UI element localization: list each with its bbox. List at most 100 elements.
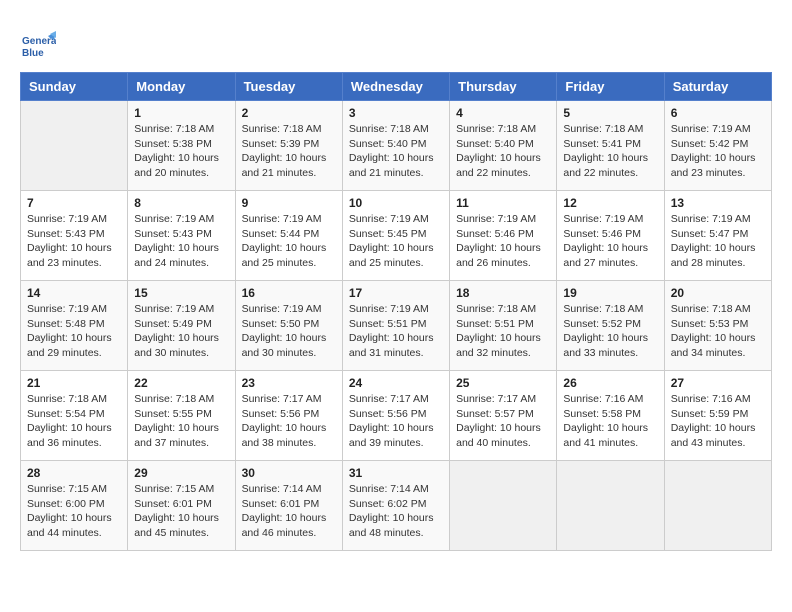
calendar-cell — [557, 461, 664, 551]
day-number: 3 — [349, 106, 443, 120]
day-header-tuesday: Tuesday — [235, 73, 342, 101]
calendar-cell: 28 Sunrise: 7:15 AMSunset: 6:00 PMDayligh… — [21, 461, 128, 551]
day-header-saturday: Saturday — [664, 73, 771, 101]
day-number: 6 — [671, 106, 765, 120]
day-info: Sunrise: 7:18 AMSunset: 5:41 PMDaylight:… — [563, 122, 657, 181]
day-number: 25 — [456, 376, 550, 390]
calendar-table: SundayMondayTuesdayWednesdayThursdayFrid… — [20, 72, 772, 551]
day-number: 8 — [134, 196, 228, 210]
day-info: Sunrise: 7:14 AMSunset: 6:02 PMDaylight:… — [349, 482, 443, 541]
calendar-cell: 4 Sunrise: 7:18 AMSunset: 5:40 PMDaylight… — [450, 101, 557, 191]
day-number: 22 — [134, 376, 228, 390]
day-number: 9 — [242, 196, 336, 210]
day-info: Sunrise: 7:19 AMSunset: 5:49 PMDaylight:… — [134, 302, 228, 361]
calendar-cell: 6 Sunrise: 7:19 AMSunset: 5:42 PMDaylight… — [664, 101, 771, 191]
calendar-cell: 26 Sunrise: 7:16 AMSunset: 5:58 PMDayligh… — [557, 371, 664, 461]
calendar-body: 1Sunrise: 7:18 AMSunset: 5:38 PMDaylight… — [21, 101, 772, 551]
day-info: Sunrise: 7:15 AMSunset: 6:00 PMDaylight:… — [27, 482, 121, 541]
day-header-wednesday: Wednesday — [342, 73, 449, 101]
calendar-cell: 3Sunrise: 7:18 AMSunset: 5:40 PMDaylight… — [342, 101, 449, 191]
calendar-cell: 12Sunrise: 7:19 AMSunset: 5:46 PMDayligh… — [557, 191, 664, 281]
calendar-cell: 9 Sunrise: 7:19 AMSunset: 5:44 PMDaylight… — [235, 191, 342, 281]
calendar-cell: 18 Sunrise: 7:18 AMSunset: 5:51 PMDayligh… — [450, 281, 557, 371]
day-number: 17 — [349, 286, 443, 300]
day-info: Sunrise: 7:18 AMSunset: 5:53 PMDaylight:… — [671, 302, 765, 361]
day-info: Sunrise: 7:19 AMSunset: 5:43 PMDaylight:… — [134, 212, 228, 271]
calendar-cell: 23Sunrise: 7:17 AMSunset: 5:56 PMDayligh… — [235, 371, 342, 461]
day-number: 11 — [456, 196, 550, 210]
calendar-cell: 20 Sunrise: 7:18 AMSunset: 5:53 PMDayligh… — [664, 281, 771, 371]
calendar-cell — [664, 461, 771, 551]
calendar-cell: 13 Sunrise: 7:19 AMSunset: 5:47 PMDayligh… — [664, 191, 771, 281]
day-info: Sunrise: 7:18 AMSunset: 5:55 PMDaylight:… — [134, 392, 228, 451]
calendar-cell — [450, 461, 557, 551]
day-number: 7 — [27, 196, 121, 210]
day-info: Sunrise: 7:19 AMSunset: 5:45 PMDaylight:… — [349, 212, 443, 271]
calendar-cell: 10 Sunrise: 7:19 AMSunset: 5:45 PMDayligh… — [342, 191, 449, 281]
calendar-week-5: 28 Sunrise: 7:15 AMSunset: 6:00 PMDayligh… — [21, 461, 772, 551]
calendar-cell: 8 Sunrise: 7:19 AMSunset: 5:43 PMDaylight… — [128, 191, 235, 281]
calendar-cell: 16Sunrise: 7:19 AMSunset: 5:50 PMDayligh… — [235, 281, 342, 371]
calendar-cell: 29 Sunrise: 7:15 AMSunset: 6:01 PMDayligh… — [128, 461, 235, 551]
day-info: Sunrise: 7:19 AMSunset: 5:46 PMDaylight:… — [456, 212, 550, 271]
day-info: Sunrise: 7:19 AMSunset: 5:42 PMDaylight:… — [671, 122, 765, 181]
calendar-cell: 25 Sunrise: 7:17 AMSunset: 5:57 PMDayligh… — [450, 371, 557, 461]
calendar-cell: 1Sunrise: 7:18 AMSunset: 5:38 PMDaylight… — [128, 101, 235, 191]
day-info: Sunrise: 7:19 AMSunset: 5:46 PMDaylight:… — [563, 212, 657, 271]
day-number: 20 — [671, 286, 765, 300]
calendar-cell: 2 Sunrise: 7:18 AMSunset: 5:39 PMDaylight… — [235, 101, 342, 191]
day-number: 2 — [242, 106, 336, 120]
calendar-week-3: 14 Sunrise: 7:19 AMSunset: 5:48 PMDayligh… — [21, 281, 772, 371]
calendar-header-row: SundayMondayTuesdayWednesdayThursdayFrid… — [21, 73, 772, 101]
day-number: 14 — [27, 286, 121, 300]
day-info: Sunrise: 7:16 AMSunset: 5:59 PMDaylight:… — [671, 392, 765, 451]
day-number: 29 — [134, 466, 228, 480]
calendar-cell: 7 Sunrise: 7:19 AMSunset: 5:43 PMDaylight… — [21, 191, 128, 281]
day-info: Sunrise: 7:15 AMSunset: 6:01 PMDaylight:… — [134, 482, 228, 541]
day-number: 1 — [134, 106, 228, 120]
day-info: Sunrise: 7:18 AMSunset: 5:52 PMDaylight:… — [563, 302, 657, 361]
calendar-cell: 21 Sunrise: 7:18 AMSunset: 5:54 PMDayligh… — [21, 371, 128, 461]
day-number: 26 — [563, 376, 657, 390]
calendar-cell: 22 Sunrise: 7:18 AMSunset: 5:55 PMDayligh… — [128, 371, 235, 461]
day-number: 21 — [27, 376, 121, 390]
logo-icon: General Blue — [20, 28, 56, 64]
day-header-friday: Friday — [557, 73, 664, 101]
day-info: Sunrise: 7:17 AMSunset: 5:56 PMDaylight:… — [349, 392, 443, 451]
day-info: Sunrise: 7:17 AMSunset: 5:57 PMDaylight:… — [456, 392, 550, 451]
svg-text:Blue: Blue — [22, 48, 44, 59]
calendar-cell: 17 Sunrise: 7:19 AMSunset: 5:51 PMDayligh… — [342, 281, 449, 371]
day-number: 13 — [671, 196, 765, 210]
calendar-week-1: 1Sunrise: 7:18 AMSunset: 5:38 PMDaylight… — [21, 101, 772, 191]
day-number: 28 — [27, 466, 121, 480]
calendar-cell — [21, 101, 128, 191]
day-number: 10 — [349, 196, 443, 210]
calendar-cell: 30Sunrise: 7:14 AMSunset: 6:01 PMDayligh… — [235, 461, 342, 551]
page-header: General Blue — [20, 24, 772, 64]
day-header-monday: Monday — [128, 73, 235, 101]
day-info: Sunrise: 7:14 AMSunset: 6:01 PMDaylight:… — [242, 482, 336, 541]
day-number: 18 — [456, 286, 550, 300]
day-number: 31 — [349, 466, 443, 480]
day-info: Sunrise: 7:18 AMSunset: 5:40 PMDaylight:… — [456, 122, 550, 181]
day-header-thursday: Thursday — [450, 73, 557, 101]
day-header-sunday: Sunday — [21, 73, 128, 101]
day-info: Sunrise: 7:18 AMSunset: 5:54 PMDaylight:… — [27, 392, 121, 451]
day-info: Sunrise: 7:19 AMSunset: 5:48 PMDaylight:… — [27, 302, 121, 361]
calendar-cell: 11 Sunrise: 7:19 AMSunset: 5:46 PMDayligh… — [450, 191, 557, 281]
day-number: 16 — [242, 286, 336, 300]
day-info: Sunrise: 7:19 AMSunset: 5:51 PMDaylight:… — [349, 302, 443, 361]
day-info: Sunrise: 7:18 AMSunset: 5:39 PMDaylight:… — [242, 122, 336, 181]
day-info: Sunrise: 7:17 AMSunset: 5:56 PMDaylight:… — [242, 392, 336, 451]
day-info: Sunrise: 7:19 AMSunset: 5:43 PMDaylight:… — [27, 212, 121, 271]
day-info: Sunrise: 7:18 AMSunset: 5:51 PMDaylight:… — [456, 302, 550, 361]
day-info: Sunrise: 7:19 AMSunset: 5:44 PMDaylight:… — [242, 212, 336, 271]
day-info: Sunrise: 7:19 AMSunset: 5:47 PMDaylight:… — [671, 212, 765, 271]
day-info: Sunrise: 7:16 AMSunset: 5:58 PMDaylight:… — [563, 392, 657, 451]
calendar-cell: 31 Sunrise: 7:14 AMSunset: 6:02 PMDayligh… — [342, 461, 449, 551]
logo: General Blue — [20, 28, 60, 64]
day-number: 19 — [563, 286, 657, 300]
calendar-cell: 14 Sunrise: 7:19 AMSunset: 5:48 PMDayligh… — [21, 281, 128, 371]
calendar-week-2: 7 Sunrise: 7:19 AMSunset: 5:43 PMDaylight… — [21, 191, 772, 281]
day-number: 4 — [456, 106, 550, 120]
